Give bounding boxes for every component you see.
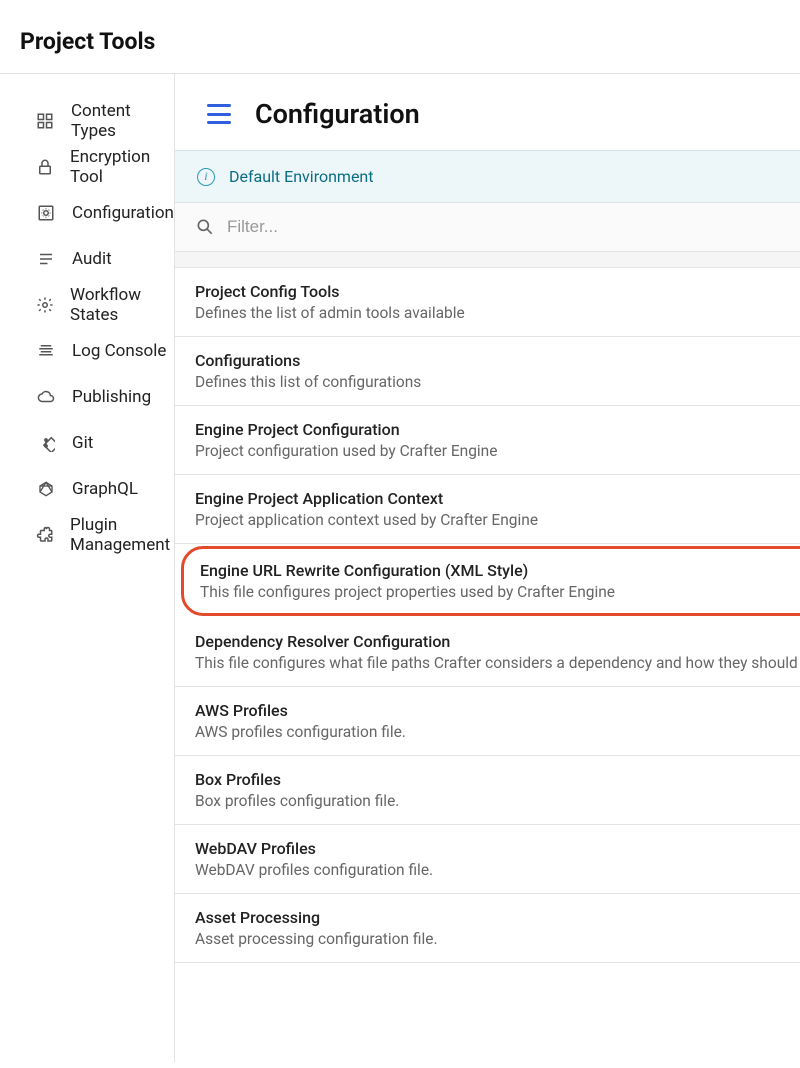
- sidebar-item-encryption-tool[interactable]: Encryption Tool: [36, 144, 174, 190]
- config-item-desc: Defines this list of configurations: [195, 373, 800, 391]
- puzzle-icon: [36, 525, 54, 545]
- sidebar-item-label: Workflow States: [70, 285, 174, 325]
- lines-icon: [36, 341, 56, 361]
- config-item-aws-profiles[interactable]: AWS Profiles AWS profiles configuration …: [175, 687, 800, 756]
- environment-banner: i Default Environment: [175, 150, 800, 203]
- config-item-desc: WebDAV profiles configuration file.: [195, 861, 800, 879]
- gear-box-icon: [36, 203, 56, 223]
- grid-icon: [36, 111, 55, 131]
- config-item-engine-project-application-context[interactable]: Engine Project Application Context Proje…: [175, 475, 800, 544]
- sidebar: Content Types Encryption Tool Configurat…: [0, 74, 175, 1062]
- list-spacer: [175, 252, 800, 268]
- config-item-desc: Project application context used by Craf…: [195, 511, 800, 529]
- config-item-title: Engine URL Rewrite Configuration (XML St…: [200, 561, 800, 580]
- sidebar-item-label: Plugin Management: [70, 515, 174, 555]
- sidebar-item-label: Audit: [72, 249, 112, 269]
- config-item-title: Engine Project Configuration: [195, 420, 800, 439]
- sidebar-item-log-console[interactable]: Log Console: [36, 328, 174, 374]
- config-item-title: Configurations: [195, 351, 800, 370]
- sidebar-item-label: Configuration: [72, 203, 174, 223]
- page-header: Project Tools: [0, 0, 800, 74]
- sidebar-item-workflow-states[interactable]: Workflow States: [36, 282, 174, 328]
- config-item-project-config-tools[interactable]: Project Config Tools Defines the list of…: [175, 268, 800, 337]
- sidebar-item-label: Log Console: [72, 341, 166, 361]
- config-item-title: Engine Project Application Context: [195, 489, 800, 508]
- config-item-desc: This file configures what file paths Cra…: [195, 654, 800, 672]
- gear-icon: [36, 295, 54, 315]
- sidebar-item-publishing[interactable]: Publishing: [36, 374, 174, 420]
- environment-label: Default Environment: [229, 167, 374, 186]
- info-icon: i: [197, 168, 215, 186]
- config-item-asset-processing[interactable]: Asset Processing Asset processing config…: [175, 894, 800, 963]
- layout: Content Types Encryption Tool Configurat…: [0, 74, 800, 1062]
- sidebar-item-plugin-management[interactable]: Plugin Management: [36, 512, 174, 558]
- menu-icon[interactable]: [207, 104, 231, 124]
- main-title: Configuration: [255, 98, 420, 130]
- lock-icon: [36, 157, 54, 177]
- config-list: Project Config Tools Defines the list of…: [175, 268, 800, 1062]
- filter-row: [175, 203, 800, 252]
- config-item-engine-project-configuration[interactable]: Engine Project Configuration Project con…: [175, 406, 800, 475]
- config-item-desc: Box profiles configuration file.: [195, 792, 800, 810]
- config-item-title: AWS Profiles: [195, 701, 800, 720]
- config-item-webdav-profiles[interactable]: WebDAV Profiles WebDAV profiles configur…: [175, 825, 800, 894]
- config-item-desc: This file configures project properties …: [200, 583, 800, 601]
- sidebar-item-content-types[interactable]: Content Types: [36, 98, 174, 144]
- graphql-icon: [36, 479, 56, 499]
- sidebar-item-audit[interactable]: Audit: [36, 236, 174, 282]
- list-icon: [36, 249, 56, 269]
- sidebar-item-graphql[interactable]: GraphQL: [36, 466, 174, 512]
- sidebar-item-label: Git: [72, 433, 93, 453]
- config-item-desc: Project configuration used by Crafter En…: [195, 442, 800, 460]
- sidebar-item-git[interactable]: Git: [36, 420, 174, 466]
- config-item-configurations[interactable]: Configurations Defines this list of conf…: [175, 337, 800, 406]
- config-item-box-profiles[interactable]: Box Profiles Box profiles configuration …: [175, 756, 800, 825]
- config-item-desc: Defines the list of admin tools availabl…: [195, 304, 800, 322]
- sidebar-item-configuration[interactable]: Configuration: [36, 190, 174, 236]
- config-item-desc: Asset processing configuration file.: [195, 930, 800, 948]
- config-item-title: WebDAV Profiles: [195, 839, 800, 858]
- main-panel: Configuration i Default Environment Proj…: [175, 74, 800, 1062]
- config-item-title: Box Profiles: [195, 770, 800, 789]
- config-item-title: Asset Processing: [195, 908, 800, 927]
- config-item-title: Dependency Resolver Configuration: [195, 632, 800, 651]
- sidebar-item-label: GraphQL: [72, 479, 138, 499]
- page-title: Project Tools: [20, 28, 780, 55]
- sidebar-item-label: Publishing: [72, 387, 151, 407]
- cloud-icon: [36, 387, 56, 407]
- sidebar-item-label: Content Types: [71, 101, 174, 141]
- search-icon: [195, 217, 215, 237]
- main-header: Configuration: [175, 74, 800, 150]
- diamond-icon: [36, 433, 56, 453]
- config-item-desc: AWS profiles configuration file.: [195, 723, 800, 741]
- config-item-dependency-resolver[interactable]: Dependency Resolver Configuration This f…: [175, 618, 800, 687]
- config-item-engine-url-rewrite[interactable]: Engine URL Rewrite Configuration (XML St…: [181, 546, 800, 616]
- sidebar-item-label: Encryption Tool: [70, 147, 174, 187]
- filter-input[interactable]: [227, 217, 800, 237]
- config-item-title: Project Config Tools: [195, 282, 800, 301]
